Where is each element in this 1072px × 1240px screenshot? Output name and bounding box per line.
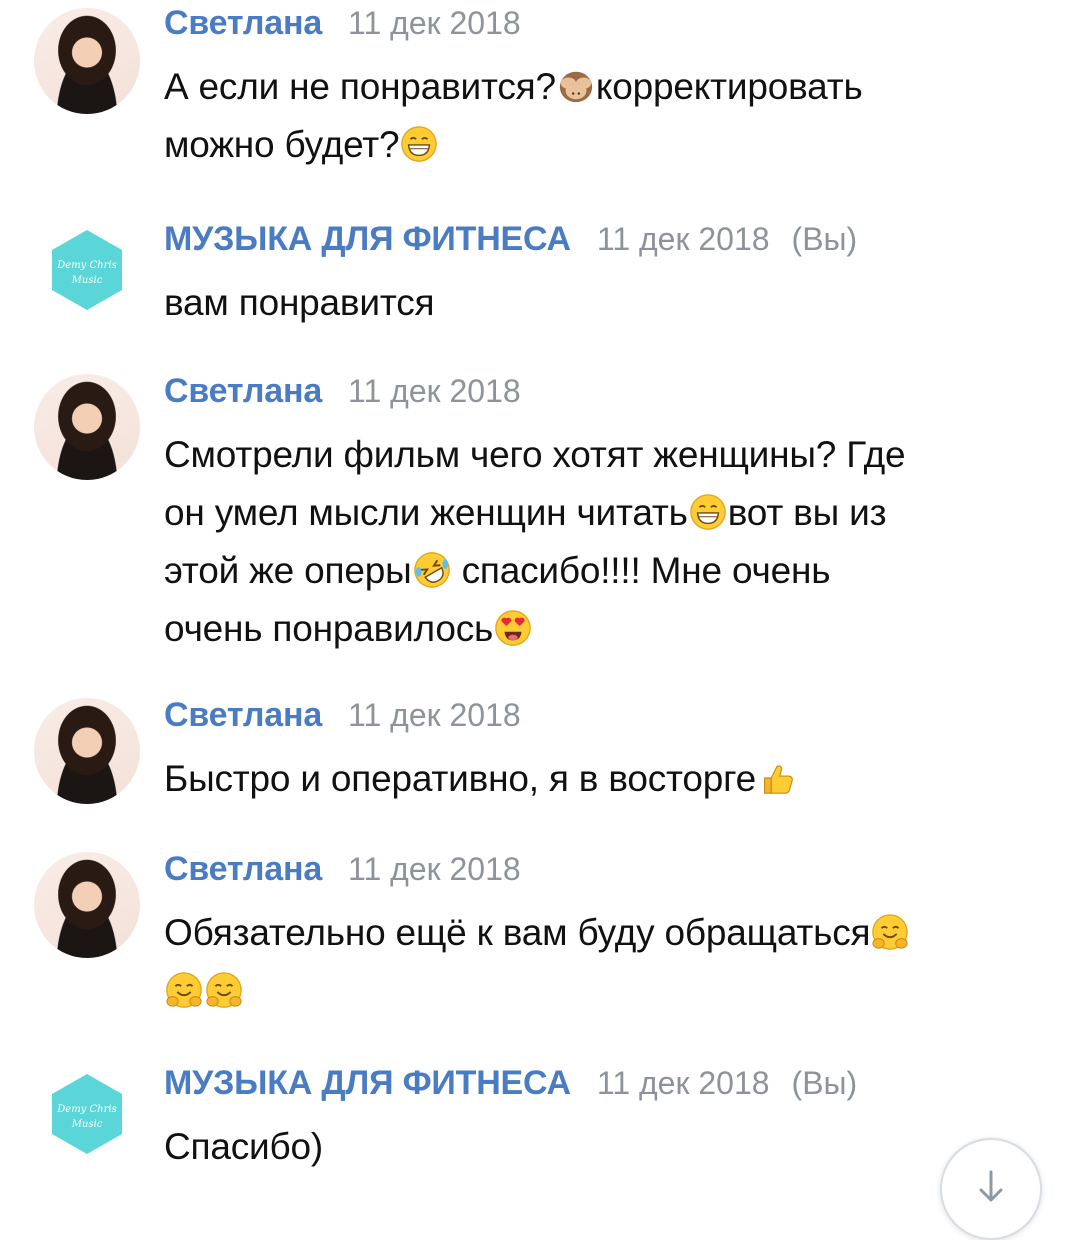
- author-name[interactable]: МУЗЫКА ДЛЯ ФИТНЕСА: [164, 220, 571, 259]
- brand-avatar-line-1: Demy Chris: [56, 1104, 116, 1115]
- hugging-face-icon: [205, 971, 243, 1009]
- avatar[interactable]: [34, 8, 140, 114]
- message-text: Быстро и оперативно, я в восторге: [164, 750, 1044, 808]
- scroll-to-bottom-button[interactable]: [940, 1138, 1042, 1240]
- message-item[interactable]: Светлана 11 дек 2018 Быстро и оперативно…: [0, 696, 1072, 816]
- message-date: 11 дек 2018: [348, 5, 521, 41]
- message-item[interactable]: Светлана 11 дек 2018 Смотрели фильм чего…: [0, 372, 1072, 672]
- brand-avatar-line-2: Music: [71, 1119, 103, 1130]
- message-header: Светлана 11 дек 2018: [164, 372, 521, 422]
- message-item[interactable]: Demy Chris Music МУЗЫКА ДЛЯ ФИТНЕСА 11 д…: [0, 220, 1072, 340]
- arrow-down-icon: [979, 1170, 1003, 1202]
- author-name[interactable]: Светлана: [164, 372, 322, 411]
- message-text: вам понравится: [164, 282, 435, 323]
- message-date: 11 дек 2018: [348, 851, 521, 887]
- hugging-face-icon: [165, 971, 203, 1009]
- avatar[interactable]: [34, 374, 140, 480]
- message-text: Смотрели фильм чего хотят женщины? Где о…: [164, 434, 906, 649]
- rofl-face-icon: [413, 551, 451, 589]
- message-date: 11 дек 2018: [596, 1065, 770, 1101]
- message-date: 11 дек 2018: [348, 697, 521, 733]
- avatar[interactable]: [34, 852, 140, 958]
- grinning-face-icon: [689, 493, 727, 531]
- thumbs-up-icon: [764, 765, 793, 794]
- message-item[interactable]: Demy Chris Music МУЗЫКА ДЛЯ ФИТНЕСА 11 д…: [0, 1064, 1072, 1194]
- see-no-evil-monkey-icon: [559, 71, 592, 103]
- author-name[interactable]: МУЗЫКА ДЛЯ ФИТНЕСА: [164, 1064, 571, 1103]
- message-header: Светлана 11 дек 2018: [164, 850, 521, 900]
- brand-avatar-line-1: Demy Chris: [56, 260, 116, 271]
- avatar[interactable]: [34, 698, 140, 804]
- message-text: Обязательно ещё к вам буду обращаться: [164, 904, 1044, 1020]
- brand-avatar-line-2: Music: [71, 275, 103, 286]
- you-label: (Вы): [791, 221, 858, 257]
- message-header: Светлана 11 дек 2018: [164, 4, 521, 54]
- message-date: 11 дек 2018: [348, 373, 521, 409]
- message-item[interactable]: Светлана 11 дек 2018 А если не понравитс…: [0, 4, 1072, 194]
- grinning-face-icon: [400, 125, 438, 163]
- message-header: МУЗЫКА ДЛЯ ФИТНЕСА 11 дек 2018 (Вы): [164, 1064, 857, 1114]
- hugging-face-icon: [871, 913, 909, 951]
- message-header: Светлана 11 дек 2018: [164, 696, 521, 746]
- message-header: МУЗЫКА ДЛЯ ФИТНЕСА 11 дек 2018 (Вы): [164, 220, 857, 270]
- author-name[interactable]: Светлана: [164, 696, 322, 735]
- avatar[interactable]: Demy Chris Music: [50, 1072, 124, 1156]
- avatar[interactable]: Demy Chris Music: [50, 228, 124, 312]
- message-text: Спасибо): [164, 1126, 323, 1167]
- author-name[interactable]: Светлана: [164, 4, 322, 43]
- message-item[interactable]: Светлана 11 дек 2018 Обязательно ещё к в…: [0, 850, 1072, 1040]
- you-label: (Вы): [791, 1065, 858, 1101]
- message-text: А если не понравится? корректировать можн…: [164, 66, 863, 165]
- message-date: 11 дек 2018: [596, 221, 770, 257]
- heart-eyes-face-icon: [494, 609, 532, 647]
- author-name[interactable]: Светлана: [164, 850, 322, 889]
